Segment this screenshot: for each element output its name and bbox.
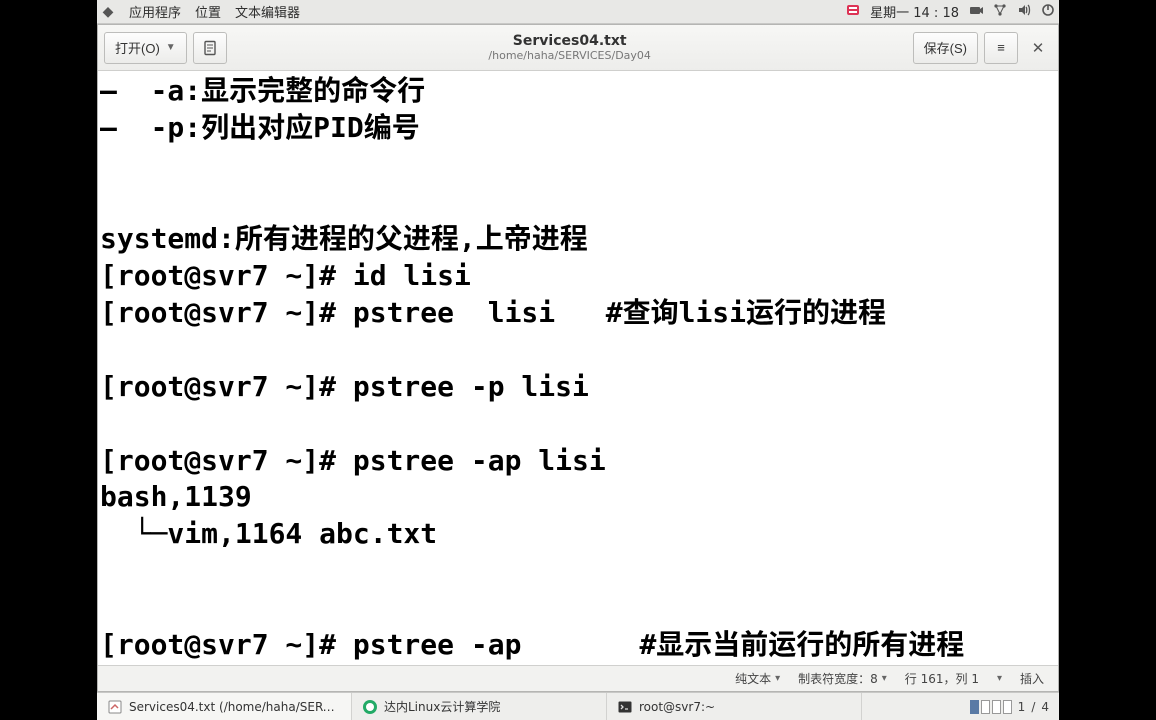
chevron-down-icon: ▾ xyxy=(775,673,780,684)
file-title: Services04.txt xyxy=(233,33,907,49)
volume-icon[interactable] xyxy=(1017,3,1031,21)
applications-menu[interactable]: 应用程序 xyxy=(129,2,181,21)
cursor-position-selector[interactable]: 行 161，列 1 ▾ xyxy=(905,670,1002,687)
save-button-label: 保存(S) xyxy=(924,38,967,57)
editor-window: 打开(O) ▼ Services04.txt /home/haha/SERVIC… xyxy=(97,24,1059,692)
syntax-label: 纯文本 xyxy=(735,670,771,687)
taskbar-item-0[interactable]: Services04.txt (/home/haha/SERVIC… xyxy=(97,693,352,720)
text-editor-icon xyxy=(107,699,123,715)
desktop-area: ◆ 应用程序 位置 文本编辑器 星期一 14 : 18 xyxy=(97,0,1059,720)
chevron-down-icon: ▾ xyxy=(882,673,887,684)
bottom-taskbar: Services04.txt (/home/haha/SERVIC… 达内Linu… xyxy=(97,692,1059,720)
firefox-icon xyxy=(362,699,378,715)
tab-width-label: 制表符宽度：8 xyxy=(798,670,878,687)
pager-total: 4 xyxy=(1041,700,1049,714)
syntax-selector[interactable]: 纯文本 ▾ xyxy=(735,670,780,687)
camera-icon[interactable] xyxy=(969,3,983,21)
places-menu[interactable]: 位置 xyxy=(195,2,221,21)
status-bar: 纯文本 ▾ 制表符宽度：8 ▾ 行 161，列 1 ▾ 插入 xyxy=(98,665,1058,691)
hamburger-icon: ≡ xyxy=(997,40,1005,55)
insert-mode-label: 插入 xyxy=(1020,670,1044,687)
close-icon: ✕ xyxy=(1032,39,1045,57)
input-method-icon[interactable] xyxy=(846,3,860,21)
tab-width-selector[interactable]: 制表符宽度：8 ▾ xyxy=(798,670,887,687)
file-path: /home/haha/SERVICES/Day04 xyxy=(233,49,907,62)
terminal-icon xyxy=(617,699,633,715)
pager-current: 1 xyxy=(1018,700,1026,714)
top-panel: ◆ 应用程序 位置 文本编辑器 星期一 14 : 18 xyxy=(97,0,1059,24)
close-button[interactable]: ✕ xyxy=(1024,34,1052,62)
save-button[interactable]: 保存(S) xyxy=(913,32,978,64)
document-icon xyxy=(202,40,218,56)
taskbar-item-label: root@svr7:~ xyxy=(639,700,715,714)
taskbar-item-2[interactable]: root@svr7:~ xyxy=(607,693,862,720)
titlebar: 打开(O) ▼ Services04.txt /home/haha/SERVIC… xyxy=(98,25,1058,71)
mode-label: 插入 xyxy=(1020,670,1044,687)
taskbar-item-label: Services04.txt (/home/haha/SERVIC… xyxy=(129,700,341,714)
cursor-position-label: 行 161，列 1 xyxy=(905,670,979,687)
taskbar-item-1[interactable]: 达内Linux云计算学院 xyxy=(352,693,607,720)
current-app-label: 文本编辑器 xyxy=(235,2,300,21)
workspace-indicator xyxy=(970,700,1012,714)
new-document-button[interactable] xyxy=(193,32,227,64)
chevron-down-icon: ▼ xyxy=(166,42,176,53)
open-button[interactable]: 打开(O) ▼ xyxy=(104,32,187,64)
gnome-foot-icon: ◆ xyxy=(101,5,115,19)
workspace-pager[interactable]: 1 / 4 xyxy=(960,693,1059,720)
clock-label[interactable]: 星期一 14 : 18 xyxy=(870,2,959,21)
network-icon[interactable] xyxy=(993,3,1007,21)
taskbar-item-label: 达内Linux云计算学院 xyxy=(384,698,500,715)
open-button-label: 打开(O) xyxy=(115,38,160,57)
text-content[interactable]: — -a:显示完整的命令行 — -p:列出对应PID编号 systemd:所有进… xyxy=(98,71,1058,665)
power-icon[interactable] xyxy=(1041,3,1055,21)
hamburger-menu-button[interactable]: ≡ xyxy=(984,32,1018,64)
chevron-down-icon: ▾ xyxy=(997,673,1002,684)
